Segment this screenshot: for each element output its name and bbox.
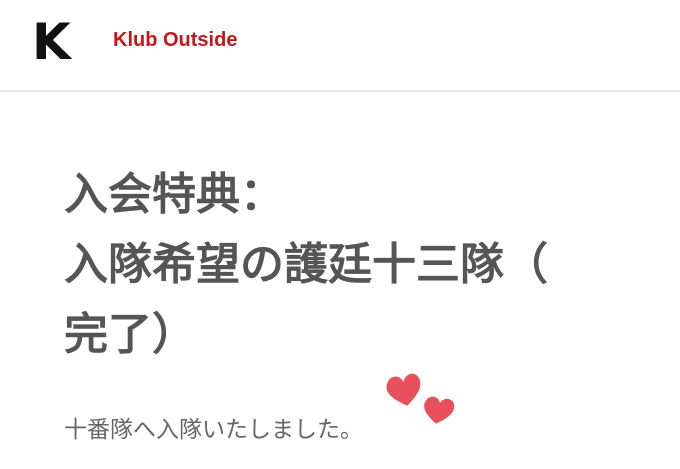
site-logo[interactable]: K bbox=[32, 14, 71, 70]
site-name-link[interactable]: Klub Outside bbox=[113, 28, 237, 52]
heart-small-icon bbox=[424, 396, 455, 424]
article-body-text: 十番隊へ入隊いたしました。 bbox=[64, 417, 363, 443]
article-title-line: 入隊希望の護廷十三隊（ bbox=[64, 239, 548, 290]
article-title-line: 完了） bbox=[64, 309, 196, 360]
two-hearts-icon bbox=[386, 373, 455, 424]
article-title: 入会特典： 入隊希望の護廷十三隊（ 完了） bbox=[64, 160, 654, 370]
site-header: K Klub Outside bbox=[0, 0, 680, 92]
article-title-line: 入会特典： bbox=[64, 169, 284, 220]
heart-large-icon bbox=[386, 373, 421, 406]
